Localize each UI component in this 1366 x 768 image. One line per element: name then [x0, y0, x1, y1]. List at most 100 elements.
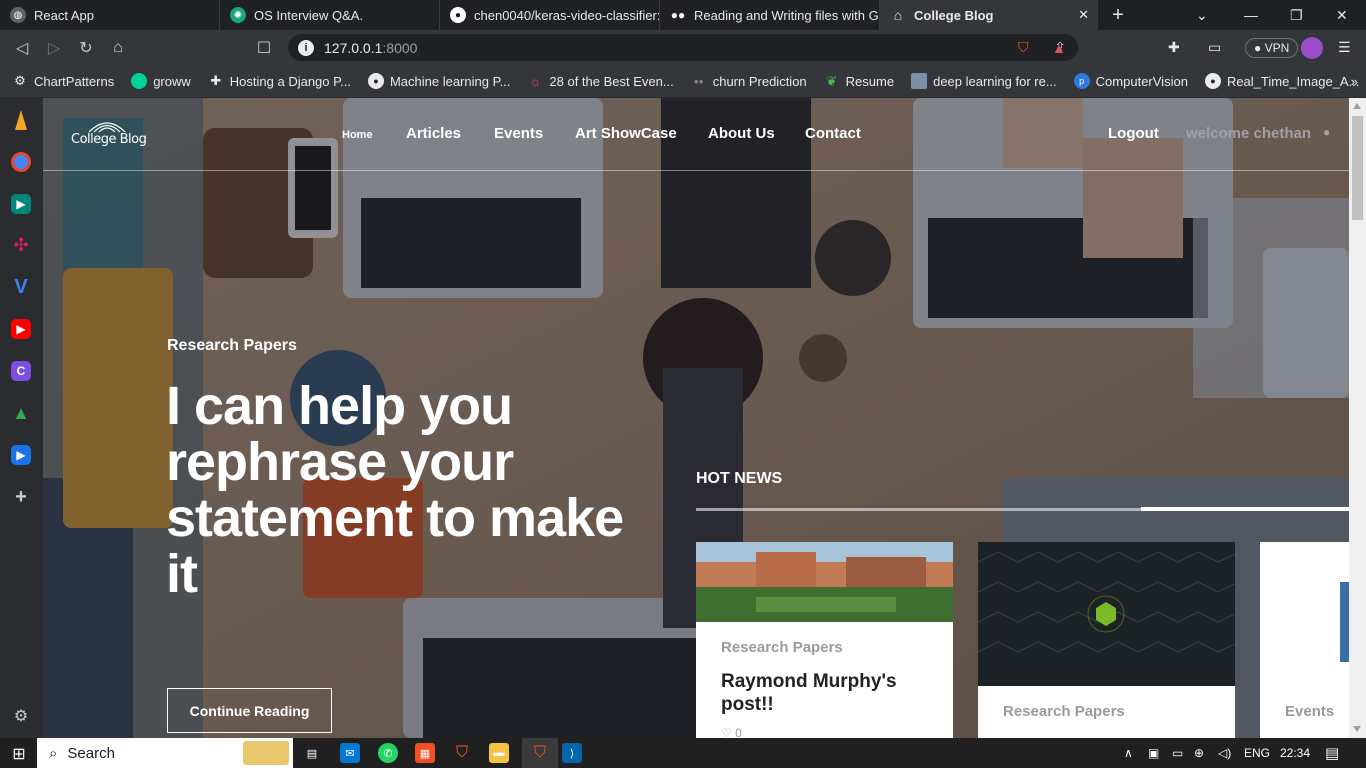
tab-os-interview[interactable]: ✺ OS Interview Q&A.: [220, 0, 440, 30]
nav-art-showcase[interactable]: Art ShowCase: [575, 125, 677, 142]
continue-reading-button[interactable]: Continue Reading: [167, 688, 332, 733]
youtube-icon[interactable]: ▶: [11, 319, 31, 339]
hero-headline[interactable]: I can help you rephrase your statement t…: [166, 378, 626, 602]
add-icon[interactable]: +: [11, 486, 31, 508]
clickup-icon[interactable]: C: [11, 361, 31, 381]
search-highlight-icon: [243, 741, 289, 765]
reload-icon[interactable]: ↻: [70, 32, 102, 64]
card-category[interactable]: Research Papers: [721, 639, 843, 656]
notifications-icon[interactable]: ▤: [1325, 738, 1339, 768]
file-explorer-icon[interactable]: ▬: [489, 743, 509, 763]
tray-chevron-icon[interactable]: ∧: [1124, 738, 1133, 768]
bookmark-groww[interactable]: groww: [131, 73, 191, 89]
card-title[interactable]: Raymond Murphy's post!!: [721, 670, 931, 716]
heart-icon[interactable]: ♡ 0: [721, 726, 742, 738]
scroll-down-icon[interactable]: [1353, 726, 1361, 732]
bookmark-chartpatterns[interactable]: ⚙ ChartPatterns: [12, 73, 114, 89]
site-logo[interactable]: College Blog: [71, 122, 147, 147]
vpn-button[interactable]: ● VPN: [1245, 30, 1299, 65]
tab-react-app[interactable]: ◍ React App: [0, 0, 220, 30]
drive-icon[interactable]: ▲: [11, 403, 31, 423]
scrollbar-thumb[interactable]: [1352, 116, 1363, 220]
card-category[interactable]: Research Papers: [1003, 703, 1125, 720]
bookmark-realtime[interactable]: ● Real_Time_Image_A...: [1204, 73, 1360, 89]
globe-icon: ◍: [10, 7, 26, 23]
extensions-icon[interactable]: ✚: [1168, 30, 1180, 65]
meet-now-icon[interactable]: ▣: [1148, 738, 1159, 768]
page-scrollbar[interactable]: [1349, 98, 1366, 738]
mail-icon[interactable]: ✉: [340, 743, 360, 763]
v-icon[interactable]: V: [11, 276, 31, 298]
nav-events[interactable]: Events: [494, 125, 543, 142]
tab-medium[interactable]: ●● Reading and Writing files with Goo: [660, 0, 880, 30]
tab-search-icon[interactable]: ⌄: [1196, 0, 1208, 30]
slack-icon[interactable]: ✣: [11, 235, 31, 255]
new-tab-button[interactable]: +: [1098, 0, 1138, 30]
tab-college-blog[interactable]: ⌂ College Blog ✕: [880, 0, 1098, 30]
hero-category[interactable]: Research Papers: [167, 337, 297, 355]
window-close-icon[interactable]: ✕: [1336, 0, 1348, 30]
bookmark-icon[interactable]: ☐: [248, 32, 280, 64]
bookmark-label: groww: [153, 73, 191, 89]
settings-icon[interactable]: ⚙: [11, 706, 31, 726]
battery-icon[interactable]: ▭: [1172, 738, 1183, 768]
vscode-icon[interactable]: ⟩: [562, 743, 582, 763]
bookmark-label: Real_Time_Image_A...: [1226, 73, 1360, 89]
browser-sidebar: ▶ ✣ V ▶ C ▲ ▶ + ⚙: [0, 98, 43, 738]
brave-shield-icon[interactable]: ⛉: [1018, 30, 1029, 65]
pyimagesearch-icon: p: [1073, 73, 1090, 89]
news-card[interactable]: Research Papers Raymond Murphy's post!! …: [696, 542, 953, 738]
task-view-icon[interactable]: ▤: [302, 743, 322, 763]
close-icon[interactable]: ✕: [1078, 7, 1089, 23]
restore-icon[interactable]: ❐: [1290, 0, 1303, 30]
back-icon[interactable]: ◁: [6, 32, 38, 64]
info-icon[interactable]: i: [298, 39, 314, 56]
tab-title: React App: [34, 7, 94, 23]
bookmark-churn[interactable]: ●● churn Prediction: [691, 73, 807, 89]
brave-active-icon[interactable]: ⛉: [522, 738, 558, 768]
nav-about[interactable]: About Us: [708, 125, 775, 142]
profile-avatar[interactable]: [1301, 30, 1323, 65]
brave-icon[interactable]: ⛉: [452, 743, 472, 763]
more-bookmarks-icon[interactable]: »: [1351, 74, 1358, 89]
taskbar-search[interactable]: ⌕ Search: [37, 738, 293, 768]
volume-icon[interactable]: ◁): [1218, 738, 1231, 768]
github-icon: ●: [367, 73, 384, 89]
card-category[interactable]: Events: [1285, 703, 1334, 720]
store-icon[interactable]: ▦: [415, 743, 435, 763]
news-card[interactable]: Events: [1260, 542, 1349, 738]
language-indicator[interactable]: ENG: [1244, 738, 1270, 768]
user-icon[interactable]: ●: [1323, 125, 1330, 139]
brave-rewards-icon[interactable]: ▲: [1052, 30, 1066, 65]
nav-home[interactable]: Home: [342, 129, 373, 141]
tab-title: Reading and Writing files with Goo: [694, 7, 880, 23]
nav-contact[interactable]: Contact: [805, 125, 861, 142]
bookmark-resume[interactable]: ❦ Resume: [824, 73, 894, 89]
nav-articles[interactable]: Articles: [406, 125, 461, 142]
chrome-icon[interactable]: [11, 152, 31, 172]
wallet-icon[interactable]: ▭: [1208, 30, 1221, 65]
bookmark-django[interactable]: ✚ Hosting a Django P...: [208, 73, 351, 89]
nav-logout[interactable]: Logout: [1108, 125, 1159, 142]
like-count: 0: [735, 726, 742, 738]
clock[interactable]: 22:34: [1280, 738, 1310, 768]
bookmark-events[interactable]: ☼ 28 of the Best Even...: [527, 73, 674, 89]
meet-alt-icon[interactable]: ▶: [11, 445, 31, 465]
bookmark-computervision[interactable]: p ComputerVision: [1073, 73, 1188, 89]
home-icon[interactable]: ⌂: [102, 32, 134, 64]
news-card[interactable]: Research Papers: [978, 542, 1235, 738]
scroll-up-icon[interactable]: [1353, 103, 1361, 109]
tab-github[interactable]: ● chen0040/keras-video-classifier: K: [440, 0, 660, 30]
windows-start-icon[interactable]: ⊞: [9, 744, 29, 764]
forward-icon[interactable]: ▷: [38, 32, 70, 64]
menu-icon[interactable]: ☰: [1338, 30, 1351, 65]
network-icon[interactable]: ⊕: [1194, 738, 1204, 768]
firebase-icon[interactable]: [15, 110, 27, 130]
bookmark-deep-learning[interactable]: deep learning for re...: [911, 73, 1057, 89]
minimize-icon[interactable]: —: [1244, 0, 1258, 30]
bookmark-ml[interactable]: ● Machine learning P...: [367, 73, 510, 89]
hexagon-thumbnail: [978, 542, 1235, 686]
meet-icon[interactable]: ▶: [11, 194, 31, 214]
url-input[interactable]: i 127.0.0.1 :8000 ⇪: [288, 34, 1078, 61]
whatsapp-icon[interactable]: ✆: [378, 743, 398, 763]
